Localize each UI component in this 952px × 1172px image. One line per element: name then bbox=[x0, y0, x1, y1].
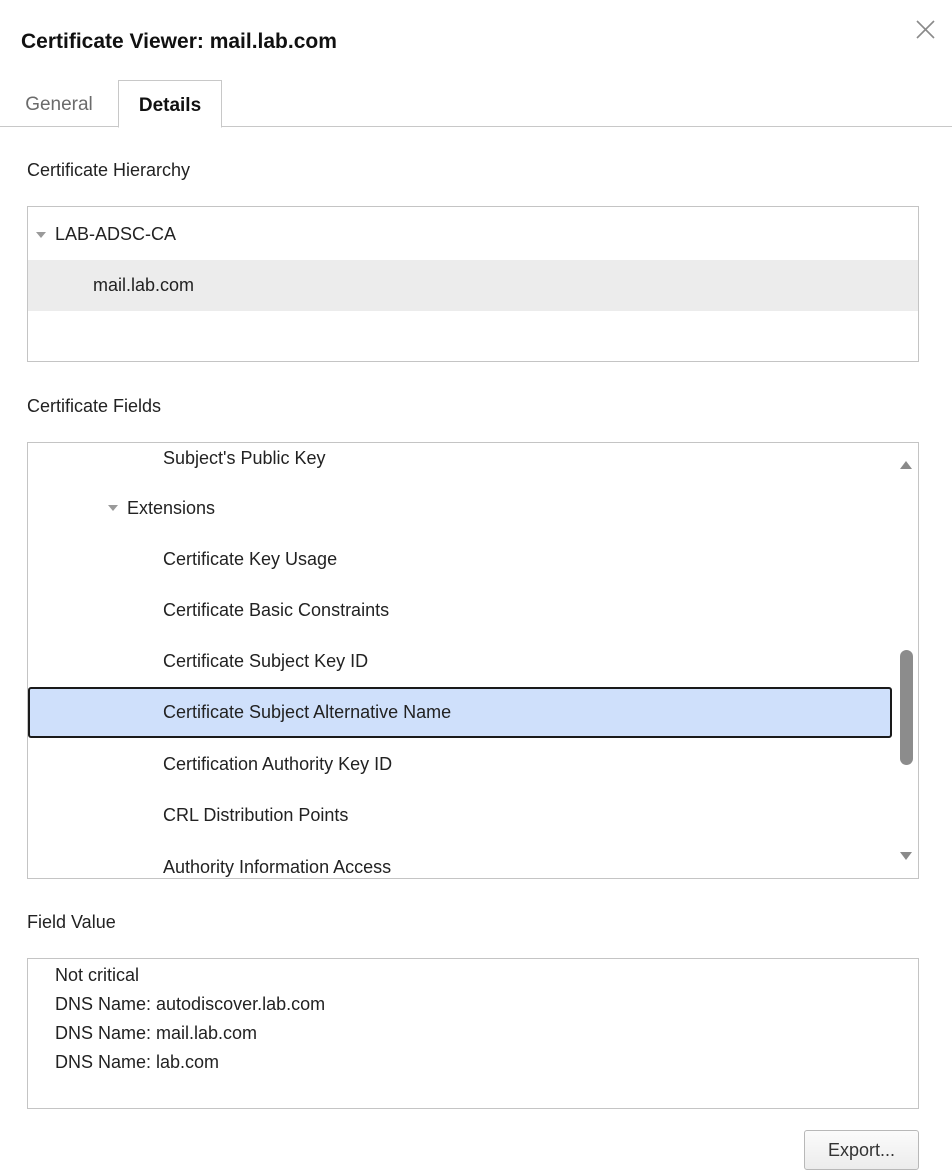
field-item-label: Certification Authority Key ID bbox=[163, 754, 393, 774]
close-icon bbox=[916, 20, 935, 39]
dialog-title: Certificate Viewer: mail.lab.com bbox=[21, 30, 337, 53]
field-item-label: Subject's Public Key bbox=[163, 448, 326, 468]
field-item[interactable]: Certificate Subject Key ID bbox=[28, 636, 892, 687]
tab-details[interactable]: Details bbox=[118, 80, 222, 128]
field-item-label: CRL Distribution Points bbox=[163, 805, 349, 825]
field-value-line: Not critical bbox=[55, 965, 140, 985]
collapse-triangle-icon[interactable] bbox=[36, 232, 46, 238]
scroll-up-arrow-icon[interactable] bbox=[900, 461, 912, 469]
tree-item-mail-lab-com[interactable]: mail.lab.com bbox=[28, 260, 918, 311]
fields-heading: Certificate Fields bbox=[27, 396, 162, 416]
export-button[interactable]: Export... bbox=[804, 1130, 919, 1170]
tree-item-label: LAB-ADSC-CA bbox=[55, 224, 177, 244]
field-item-label: Authority Information Access bbox=[163, 857, 392, 877]
field-item[interactable]: CRL Distribution Points bbox=[28, 790, 892, 841]
field-item-extensions[interactable]: Extensions bbox=[28, 483, 892, 534]
fields-scrollbar[interactable] bbox=[894, 443, 918, 878]
collapse-triangle-icon[interactable] bbox=[108, 505, 118, 511]
scroll-down-arrow-icon[interactable] bbox=[900, 852, 912, 860]
field-item-label: Extensions bbox=[127, 498, 216, 518]
tree-item-lab-adsc-ca[interactable]: LAB-ADSC-CA bbox=[28, 209, 918, 260]
field-item-selected[interactable]: Certificate Subject Alternative Name bbox=[28, 687, 892, 738]
certificate-fields-tree[interactable]: Subject's Public Key Extensions Certific… bbox=[27, 442, 919, 879]
tab-general[interactable]: General bbox=[0, 80, 118, 127]
field-value-line: DNS Name: lab.com bbox=[55, 1052, 220, 1072]
field-item[interactable]: Authority Information Access bbox=[28, 842, 892, 878]
field-item[interactable]: Certificate Basic Constraints bbox=[28, 585, 892, 636]
field-value-line: DNS Name: mail.lab.com bbox=[55, 1023, 258, 1043]
field-item[interactable]: Certification Authority Key ID bbox=[28, 739, 892, 790]
field-value-box[interactable]: Not critical DNS Name: autodiscover.lab.… bbox=[27, 958, 919, 1109]
title-bar: Certificate Viewer: mail.lab.com bbox=[0, 0, 952, 80]
close-button[interactable] bbox=[908, 12, 942, 46]
field-value-line: DNS Name: autodiscover.lab.com bbox=[55, 994, 326, 1014]
hierarchy-heading: Certificate Hierarchy bbox=[27, 160, 191, 180]
tree-item-label: mail.lab.com bbox=[93, 275, 195, 295]
field-item[interactable]: Certificate Key Usage bbox=[28, 534, 892, 585]
field-item-label: Certificate Subject Alternative Name bbox=[163, 702, 452, 722]
field-item-label: Certificate Basic Constraints bbox=[163, 600, 390, 620]
field-item[interactable]: Subject's Public Key bbox=[28, 443, 892, 484]
field-item-label: Certificate Key Usage bbox=[163, 549, 338, 569]
certificate-hierarchy-tree[interactable]: LAB-ADSC-CA mail.lab.com bbox=[27, 206, 919, 362]
field-item-label: Certificate Subject Key ID bbox=[163, 651, 369, 671]
tab-bar: General Details bbox=[0, 80, 952, 128]
scrollbar-thumb[interactable] bbox=[900, 650, 913, 765]
field-value-heading: Field Value bbox=[27, 912, 116, 932]
